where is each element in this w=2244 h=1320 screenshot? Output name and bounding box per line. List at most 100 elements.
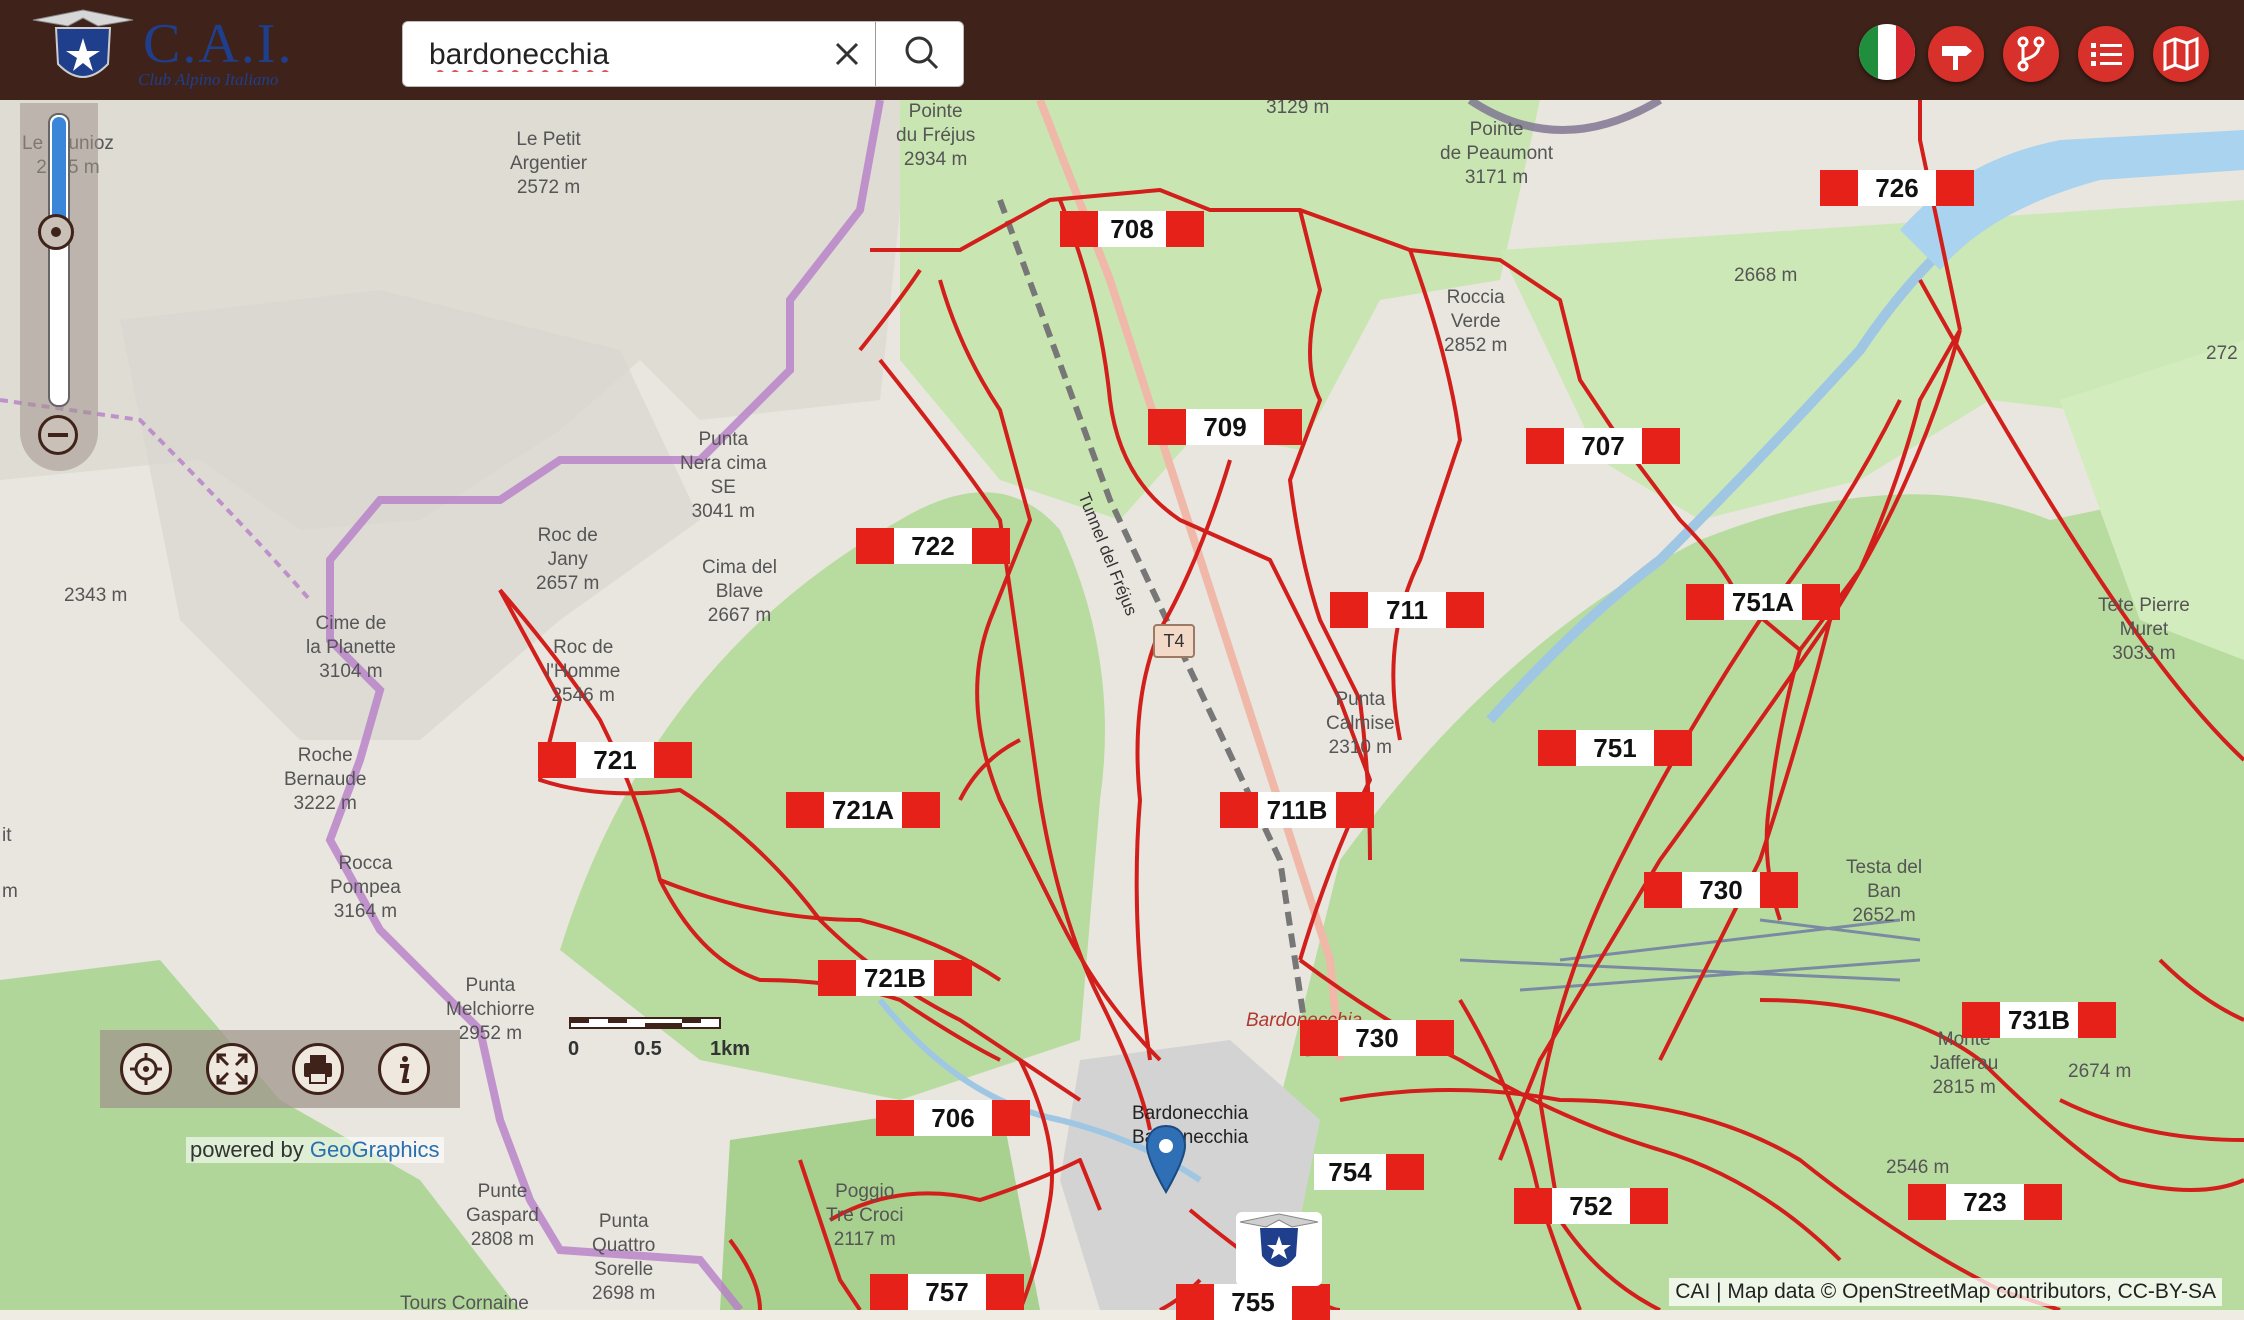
logo-subtitle: Club Alpino Italiano — [138, 70, 279, 89]
route-label[interactable]: 752 — [1514, 1188, 1668, 1224]
route-number: 754 — [1314, 1154, 1386, 1190]
route-label[interactable]: 730 — [1300, 1020, 1454, 1056]
route-number: 731B — [2000, 1002, 2078, 1038]
route-number: 707 — [1564, 428, 1642, 464]
place-label: Roccia Verde 2852 m — [1444, 287, 1508, 356]
route-label[interactable]: 709 — [1148, 409, 1302, 445]
place-label: it — [2, 825, 12, 846]
fullscreen-icon — [216, 1053, 248, 1085]
flag-red — [1896, 24, 1915, 80]
route-number: 726 — [1858, 170, 1936, 206]
route-number: 730 — [1682, 872, 1760, 908]
zoom-out-button[interactable] — [38, 415, 78, 455]
route-label[interactable]: 721B — [818, 960, 972, 996]
route-number: 751 — [1576, 730, 1654, 766]
close-icon — [835, 42, 859, 66]
place-label: Rocca Pompea 3164 m — [330, 853, 401, 922]
fork-route-icon — [2017, 36, 2045, 72]
route-label[interactable]: 711B — [1220, 792, 1374, 828]
route-number: 721B — [856, 960, 934, 996]
place-label: Punta Nera cima SE 3041 m — [680, 429, 767, 522]
route-label[interactable]: 751 — [1538, 730, 1692, 766]
route-label[interactable]: 706 — [876, 1100, 1030, 1136]
place-label: Poggio Tre Croci 2117 m — [826, 1181, 904, 1250]
route-label[interactable]: 755 — [1176, 1284, 1330, 1320]
search-button[interactable] — [883, 22, 963, 86]
map-tools-bar — [100, 1030, 460, 1108]
place-label: Pointe du Fréjus 2934 m — [896, 101, 976, 170]
route-label[interactable]: 751A — [1686, 584, 1840, 620]
route-number: 757 — [908, 1274, 986, 1310]
map-layers-button[interactable] — [2153, 26, 2209, 82]
place-label: Cime de la Planette 3104 m — [306, 613, 396, 682]
clear-search-button[interactable] — [829, 36, 865, 72]
location-pin-marker[interactable] — [1144, 1124, 1188, 1194]
route-label[interactable]: 757 — [870, 1274, 1024, 1310]
place-label: Roc de l'Homme 2546 m — [546, 637, 621, 706]
route-label[interactable]: 731B — [1962, 1002, 2116, 1038]
route-label[interactable]: 708 — [1060, 211, 1204, 247]
route-number: 711B — [1258, 792, 1336, 828]
route-number: 721 — [576, 742, 654, 778]
zoom-slider-track[interactable] — [48, 113, 70, 407]
flag-green — [1859, 24, 1878, 80]
place-label: Punta Quattro Sorelle 2698 m — [592, 1211, 656, 1304]
route-number: 752 — [1552, 1188, 1630, 1224]
info-button[interactable] — [378, 1043, 430, 1095]
scale-bar-graphic — [569, 1017, 721, 1029]
place-label: 2343 m — [64, 585, 128, 606]
locate-button[interactable] — [120, 1043, 172, 1095]
zoom-control — [20, 103, 98, 471]
place-label: Monte Jafferau 2815 m — [1930, 1029, 1999, 1098]
map-attribution[interactable]: CAI | Map data © OpenStreetMap contribut… — [1669, 1278, 2222, 1306]
route-label[interactable]: 711 — [1330, 592, 1484, 628]
route-label[interactable]: 754 — [1276, 1154, 1424, 1190]
route-label[interactable]: 723 — [1908, 1184, 2062, 1220]
powered-by-prefix: powered by — [190, 1137, 304, 1162]
cai-shelter-marker[interactable] — [1236, 1212, 1322, 1286]
route-number: 721A — [824, 792, 902, 828]
route-number: 706 — [914, 1100, 992, 1136]
route-label[interactable]: 721A — [786, 792, 940, 828]
zoom-slider-handle[interactable] — [38, 214, 74, 250]
route-label[interactable]: 730 — [1644, 872, 1798, 908]
place-label: Tete Pierre Muret 3033 m — [2098, 595, 2190, 664]
place-label: 2546 m — [1886, 1157, 1950, 1178]
info-icon — [400, 1056, 410, 1083]
place-label: 2668 m — [1734, 265, 1798, 286]
place-label: Cima del Blave 2667 m — [702, 557, 777, 626]
route-label[interactable]: 726 — [1820, 170, 1974, 206]
search-input[interactable] — [427, 36, 811, 74]
cai-logo[interactable]: C.A.I. Club Alpino Italiano — [28, 8, 318, 94]
map-icon — [2163, 36, 2199, 72]
list-button[interactable] — [2078, 26, 2134, 82]
route-number: 755 — [1214, 1284, 1292, 1320]
route-label[interactable]: 722 — [856, 528, 1010, 564]
road-ref: T4 — [1153, 624, 1195, 658]
signpost-button[interactable] — [1928, 26, 1984, 82]
place-label: Pointe de Peaumont 3171 m — [1440, 119, 1554, 188]
map-background — [0, 100, 2244, 1310]
route-number: 709 — [1186, 409, 1264, 445]
place-label: Testa del Ban 2652 m — [1846, 857, 1923, 926]
route-number: 722 — [894, 528, 972, 564]
geographics-link[interactable]: GeoGraphics — [310, 1137, 440, 1162]
print-button[interactable] — [292, 1043, 344, 1095]
locate-icon — [130, 1053, 162, 1085]
place-label: Punta Calmise 2310 m — [1326, 689, 1395, 758]
place-label: Punte Gaspard 2808 m — [466, 1181, 539, 1250]
route-label[interactable]: 721 — [538, 742, 692, 778]
scale-bar: 0 0.5 1km — [568, 1014, 750, 1064]
print-icon — [304, 1055, 332, 1084]
fork-route-button[interactable] — [2003, 26, 2059, 82]
fullscreen-button[interactable] — [206, 1043, 258, 1095]
route-number: 730 — [1338, 1020, 1416, 1056]
route-number: 711 — [1368, 592, 1446, 628]
scale-label: 1km — [710, 1038, 751, 1060]
route-label[interactable]: 707 — [1526, 428, 1680, 464]
map-canvas[interactable]: Le Jounioz2345 m Le PetitArgentier2572 m… — [0, 97, 2244, 1320]
route-number: 708 — [1098, 211, 1166, 247]
search-icon — [905, 36, 939, 70]
language-flag-button[interactable] — [1859, 24, 1915, 80]
cai-emblem-icon — [32, 9, 134, 78]
